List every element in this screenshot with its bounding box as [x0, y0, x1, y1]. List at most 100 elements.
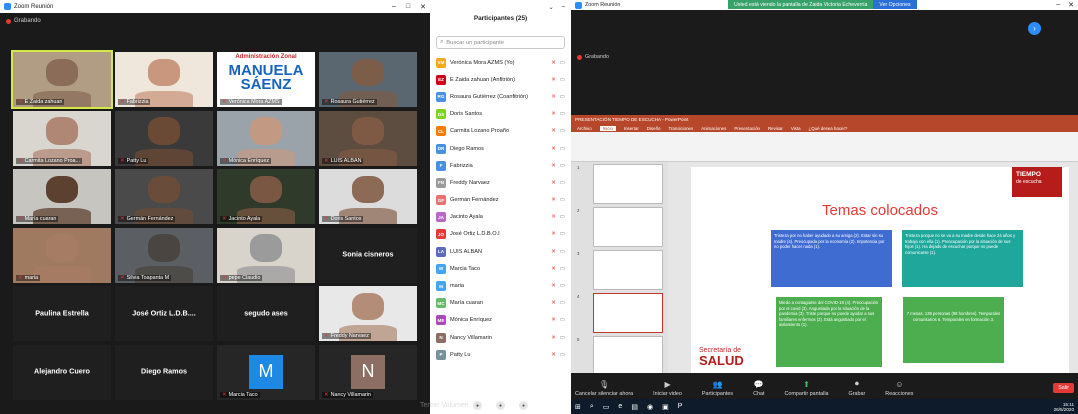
ppt-tab[interactable]: Vista — [791, 126, 801, 131]
participant-row[interactable]: M Marcia Taco ✕ ▭ — [430, 260, 571, 277]
video-tile[interactable]: ✕ Carmita Lozano Proa... — [13, 110, 111, 166]
participant-row[interactable]: LA LUIS ALBAN ✕ ▭ — [430, 243, 571, 260]
mic-muted-icon[interactable]: ✕ — [551, 283, 556, 289]
ppt-tab[interactable]: Insertar — [624, 126, 639, 131]
ppt-tab[interactable]: Transiciones — [668, 126, 693, 131]
participants-button[interactable]: 👥 Participantes — [702, 380, 733, 397]
view-options-button[interactable]: Ver Opciones — [873, 0, 917, 9]
video-tile[interactable]: Paulina Estrella — [13, 286, 111, 342]
video-off-icon[interactable]: ▭ — [560, 128, 565, 134]
mute-all-icon[interactable]: ● — [473, 401, 482, 410]
video-off-icon[interactable]: ▭ — [560, 249, 565, 255]
arrow-right-icon[interactable]: › — [1028, 22, 1041, 35]
video-off-icon[interactable]: ▭ — [560, 300, 565, 306]
minimize-icon[interactable]: – — [562, 4, 565, 11]
video-tile[interactable]: ✕ Doris Santos — [319, 169, 417, 225]
participant-row[interactable]: GF Germán Fernández ✕ ▭ — [430, 192, 571, 209]
video-tile[interactable]: ✕ Mónica Enríquez — [217, 110, 315, 166]
slide-thumbnail[interactable] — [593, 207, 663, 247]
mic-muted-icon[interactable]: ✕ — [551, 231, 556, 237]
mic-muted-icon[interactable]: ✕ — [551, 352, 556, 358]
participant-row[interactable]: ME Mónica Enríquez ✕ ▭ — [430, 312, 571, 329]
participant-row[interactable]: FN Freddy Narvaez ✕ ▭ — [430, 174, 571, 191]
video-off-icon[interactable]: ▭ — [560, 335, 565, 341]
video-tile[interactable]: N ✕ Nancy Villamarin — [319, 344, 417, 400]
ppt-tab[interactable]: Archivo — [577, 126, 592, 131]
slide-thumbnail[interactable] — [593, 164, 663, 204]
slide-thumbnail[interactable] — [593, 336, 663, 373]
video-button[interactable]: ▶ Iniciar video — [653, 380, 682, 397]
ppt-tab[interactable]: Presentación — [734, 126, 760, 131]
participant-row[interactable]: JA Jacinto Ayala ✕ ▭ — [430, 209, 571, 226]
chat-button[interactable]: 💬 Chat — [753, 380, 764, 397]
video-tile[interactable]: ✕ LUIS ALBAN — [319, 110, 417, 166]
video-off-icon[interactable]: ▭ — [560, 163, 565, 169]
video-off-icon[interactable]: ▭ — [560, 94, 565, 100]
record-button[interactable]: ⏺ Grabar — [849, 379, 866, 397]
search-icon[interactable]: ⌕ — [590, 403, 594, 411]
mic-muted-icon[interactable]: ✕ — [551, 146, 556, 152]
participant-row[interactable]: EZ E Zaida zahuan (Anfitrión) ✕ ▭ — [430, 71, 571, 88]
mic-muted-icon[interactable]: ✕ — [551, 180, 556, 186]
video-off-icon[interactable]: ▭ — [560, 60, 565, 66]
ppt-tab[interactable]: Revisar — [768, 126, 783, 131]
video-tile[interactable]: ✕ Rosaura Gutiérrez — [319, 52, 417, 107]
folder-icon[interactable]: ▤ — [631, 403, 638, 411]
video-tile[interactable]: ✕ Freddy Narvaez — [319, 286, 417, 342]
powerpoint-icon[interactable]: P — [678, 403, 683, 410]
minimize-icon[interactable]: – — [392, 3, 396, 11]
ppt-tab[interactable]: Animaciones — [701, 126, 726, 131]
ppt-tab[interactable]: Diseño — [647, 126, 661, 131]
video-tile[interactable]: segudo ases — [217, 286, 315, 342]
video-tile[interactable]: Administración Zonal MANUELA SÁENZ ✕ Veróni… — [217, 52, 315, 107]
edge-icon[interactable]: e — [618, 403, 622, 410]
zoom-taskbar-icon[interactable]: ▣ — [662, 403, 669, 411]
mic-button[interactable]: 🎙 Cancelar silenciar ahora — [575, 380, 633, 397]
video-off-icon[interactable]: ▭ — [560, 180, 565, 186]
mic-muted-icon[interactable]: ✕ — [551, 77, 556, 83]
video-tile[interactable]: Sonia cisneros — [319, 227, 417, 283]
participant-row[interactable]: RG Rosaura Gutiérrez (Coanfitrión) ✕ ▭ — [430, 88, 571, 105]
video-off-icon[interactable]: ▭ — [560, 317, 565, 323]
participant-row[interactable]: F Fabrizzia ✕ ▭ — [430, 157, 571, 174]
participant-row[interactable]: P Patty Lu ✕ ▭ — [430, 346, 571, 363]
mic-muted-icon[interactable]: ✕ — [551, 60, 556, 66]
video-off-icon[interactable]: ▭ — [560, 214, 565, 220]
task-view-icon[interactable]: ▭ — [603, 403, 610, 411]
video-tile[interactable]: ✕ María cuaran — [13, 169, 111, 225]
maximize-icon[interactable]: □ — [406, 3, 410, 11]
video-off-icon[interactable]: ▭ — [560, 283, 565, 289]
share-button[interactable]: ⬆ Compartir pantalla — [784, 380, 828, 397]
video-tile[interactable]: ✕ Patty Lu — [115, 110, 213, 166]
mic-muted-icon[interactable]: ✕ — [551, 249, 556, 255]
participant-row[interactable]: JO José Ortiz L.D.B.O.I ✕ ▭ — [430, 226, 571, 243]
video-tile[interactable]: José Ortiz L.D.B.... — [115, 286, 213, 342]
video-off-icon[interactable]: ▭ — [560, 146, 565, 152]
video-tile[interactable]: ✕ Jacinto Ayala — [217, 169, 315, 225]
chrome-icon[interactable]: ◉ — [647, 403, 653, 411]
participant-row[interactable]: N Nancy Villamarin ✕ ▭ — [430, 329, 571, 346]
reactions-button[interactable]: ☺ Reacciones — [885, 380, 913, 397]
video-tile[interactable]: M ✕ Marcia Taco — [217, 344, 315, 400]
mic-muted-icon[interactable]: ✕ — [551, 300, 556, 306]
close-icon[interactable]: ✕ — [1068, 1, 1074, 9]
participant-row[interactable]: MC María cuaran ✕ ▭ — [430, 295, 571, 312]
slide-thumbnail[interactable] — [593, 250, 663, 290]
invite-icon[interactable]: ● — [496, 401, 505, 410]
mic-muted-icon[interactable]: ✕ — [551, 163, 556, 169]
video-tile[interactable]: ✕ Germán Fernández — [115, 169, 213, 225]
mic-muted-icon[interactable]: ✕ — [551, 128, 556, 134]
video-off-icon[interactable]: ▭ — [560, 231, 565, 237]
video-tile[interactable]: ✕ maria — [13, 227, 111, 283]
ppt-tab[interactable]: Inicio — [599, 125, 616, 131]
mic-muted-icon[interactable]: ✕ — [551, 197, 556, 203]
participant-row[interactable]: DS Doris Santos ✕ ▭ — [430, 106, 571, 123]
video-off-icon[interactable]: ▭ — [560, 77, 565, 83]
participant-search-input[interactable]: ⌕ Buscar un participante — [436, 36, 565, 49]
windows-start-icon[interactable]: ⊞ — [575, 403, 581, 411]
participant-row[interactable]: VM Verónica Mora AZMS (Yo) ✕ ▭ — [430, 54, 571, 71]
leave-meeting-button[interactable]: Salir — [1053, 383, 1074, 393]
mic-muted-icon[interactable]: ✕ — [551, 266, 556, 272]
video-tile[interactable]: ✕ Fabrizzia — [115, 52, 213, 107]
slide-canvas[interactable]: TIEMPO de escucha Temas colocados Triste… — [691, 167, 1069, 373]
